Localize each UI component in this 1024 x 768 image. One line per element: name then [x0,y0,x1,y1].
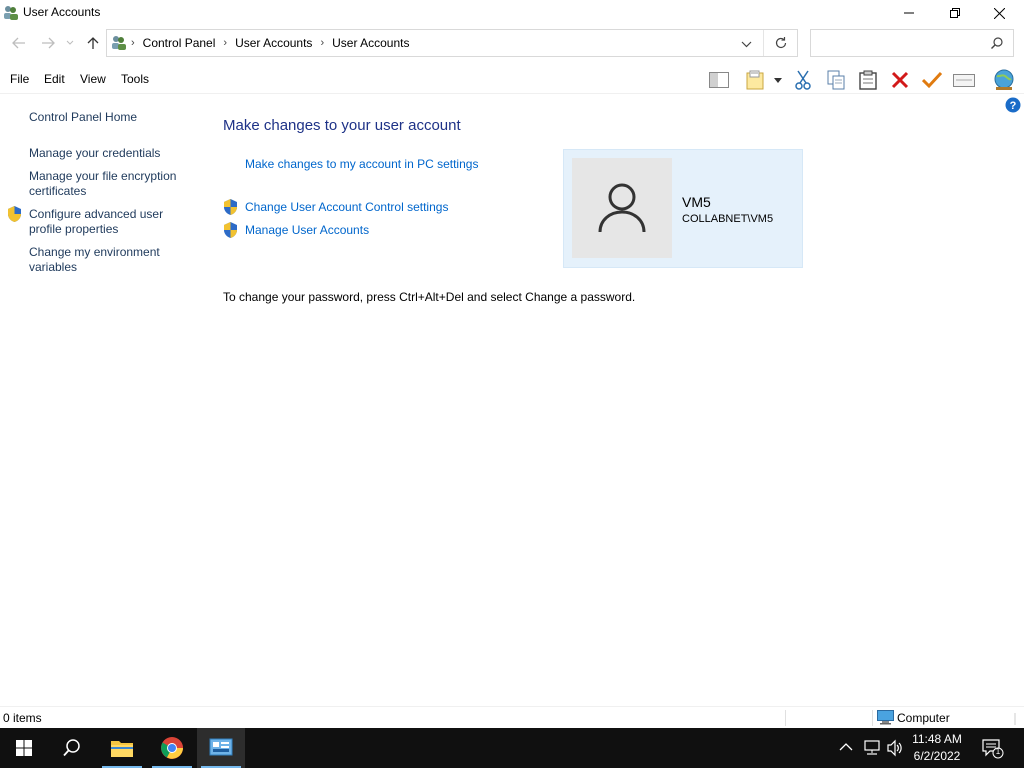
resize-grip-icon[interactable] [1014,713,1022,728]
window-title: User Accounts [23,5,101,19]
refresh-icon[interactable] [774,36,788,53]
folder-options-icon[interactable] [744,69,768,91]
checkmark-icon[interactable] [920,69,944,91]
menu-edit[interactable]: Edit [44,72,65,86]
manage-credentials-link[interactable]: Manage your credentials [29,146,194,161]
page-title: Make changes to your user account [223,117,461,134]
system-clock[interactable]: 11:48 AM 6/2/2022 [906,731,968,765]
start-button[interactable] [0,728,48,768]
network-icon[interactable] [863,740,881,759]
globe-icon[interactable] [990,69,1018,91]
svg-text:?: ? [1010,100,1017,112]
menu-file[interactable]: File [10,72,29,86]
properties-icon[interactable] [952,69,976,91]
password-note: To change your password, press Ctrl+Alt+… [223,290,636,304]
search-input[interactable] [810,29,1014,57]
paste-icon[interactable] [856,69,880,91]
item-count: 0 items [3,711,42,725]
user-name: VM5 [682,194,711,210]
menu-tools[interactable]: Tools [121,72,149,86]
restore-button[interactable] [932,0,978,26]
clock-date: 6/2/2022 [913,749,961,763]
breadcrumb-control-panel[interactable]: Control Panel [137,36,222,50]
user-card: VM5 COLLABNET\VM5 [563,149,803,268]
computer-icon [877,710,894,728]
shield-icon [223,222,238,241]
volume-icon[interactable] [886,739,904,760]
breadcrumb-separator-icon[interactable]: › [221,37,229,49]
environment-variables-link[interactable]: Change my environment variables [29,245,194,275]
action-center-icon[interactable]: 1 [982,739,1004,762]
show-hidden-icons-chevron-icon[interactable] [839,741,853,755]
advanced-profile-link[interactable]: Configure advanced user profile properti… [29,207,194,237]
control-panel-icon [209,738,233,756]
preview-pane-icon[interactable] [707,69,731,91]
shield-icon [7,206,22,225]
cut-icon[interactable] [791,69,815,91]
control-panel-taskbar-button[interactable] [197,728,245,768]
breadcrumb-separator-icon[interactable]: › [318,37,326,49]
recent-locations-chevron-icon[interactable] [62,34,78,52]
control-panel-icon [111,34,127,53]
delete-icon[interactable] [888,69,912,91]
chrome-icon [161,737,183,759]
chrome-button[interactable] [148,728,196,768]
status-divider [785,710,786,726]
taskbar-search-button[interactable] [48,728,96,768]
file-encryption-link[interactable]: Manage your file encryption certificates [29,169,194,199]
copy-icon[interactable] [824,69,848,91]
menu-view[interactable]: View [80,72,106,86]
pc-settings-link[interactable]: Make changes to my account in PC setting… [245,157,478,171]
location-label: Computer [897,711,950,725]
user-avatar-icon [598,183,646,233]
user-domain: COLLABNET\VM5 [682,213,774,225]
address-dropdown-icon[interactable] [741,38,752,52]
folder-icon [111,741,133,757]
control-panel-home-link[interactable]: Control Panel Home [29,110,194,125]
status-divider [872,710,873,726]
address-bar[interactable]: › Control Panel › User Accounts › User A… [106,29,798,57]
user-accounts-icon [3,4,19,20]
minimize-button[interactable] [886,0,932,26]
help-icon[interactable]: ? [1005,97,1021,116]
folder-options-dropdown-icon[interactable] [770,69,786,91]
windows-icon [16,740,32,756]
close-button[interactable] [976,0,1022,26]
up-button[interactable] [83,34,103,52]
breadcrumb-user-accounts[interactable]: User Accounts [229,36,318,50]
title-bar: User Accounts [0,0,1024,26]
search-icon [63,739,80,757]
shield-icon [223,199,238,218]
clock-time: 11:48 AM [912,732,962,746]
file-explorer-button[interactable] [98,728,146,768]
navigation-row: › Control Panel › User Accounts › User A… [0,26,1024,60]
manage-user-accounts-link[interactable]: Manage User Accounts [245,223,369,237]
forward-button[interactable] [38,34,58,52]
search-icon[interactable] [991,37,1003,52]
avatar [572,158,672,258]
notification-count: 1 [995,747,1001,756]
breadcrumb-separator-icon[interactable]: › [129,37,137,49]
address-divider [763,30,764,56]
menu-bar: File Edit View Tools [0,64,1024,94]
uac-settings-link[interactable]: Change User Account Control settings [245,200,448,214]
taskbar: 11:48 AM 6/2/2022 1 [0,728,1024,768]
status-bar: 0 items Computer [0,706,1024,728]
back-button[interactable] [9,34,29,52]
breadcrumb-user-accounts-current[interactable]: User Accounts [326,36,415,50]
